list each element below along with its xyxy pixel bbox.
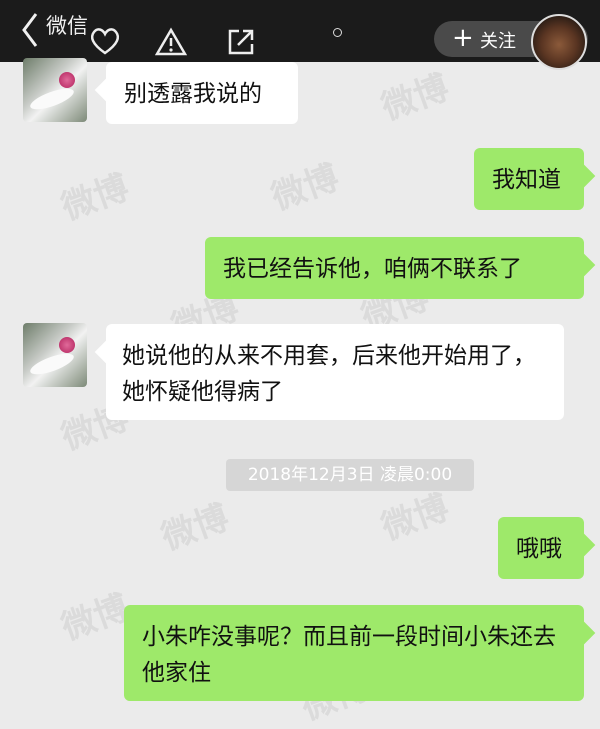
watermark: 微博	[376, 67, 454, 129]
timestamp-label: 2018年12月3日 凌晨0:00	[226, 459, 474, 491]
message-text: 我已经告诉他，咱俩不联系了	[223, 256, 522, 282]
message-text: 我知道	[492, 167, 561, 193]
message-bubble-right[interactable]: 我知道	[474, 148, 584, 210]
heart-icon[interactable]	[88, 26, 122, 56]
watermark: 微博	[56, 587, 134, 649]
message-bubble-right[interactable]: 小朱咋没事呢？而且前一段时间小朱还去他家住	[124, 605, 584, 701]
back-label: 微信	[46, 14, 88, 38]
share-icon[interactable]	[226, 27, 256, 57]
message-bubble-left[interactable]: 别透露我说的	[106, 62, 298, 124]
message-text: 她说他的从来不用套，后来他开始用了，她怀疑他得病了	[122, 343, 536, 405]
message-bubble-right[interactable]: 我已经告诉他，咱俩不联系了	[205, 237, 584, 299]
warning-icon[interactable]	[155, 27, 187, 57]
message-bubble-left[interactable]: 她说他的从来不用套，后来他开始用了，她怀疑他得病了	[106, 324, 564, 420]
top-bar: 微信 + 关注	[0, 0, 600, 70]
message-text: 别透露我说的	[124, 81, 262, 107]
follow-label: 关注	[480, 31, 516, 52]
plus-icon: +	[452, 23, 474, 53]
message-bubble-right[interactable]: 哦哦	[498, 517, 584, 579]
profile-avatar[interactable]	[531, 14, 587, 70]
contact-avatar[interactable]	[23, 323, 87, 387]
contact-avatar[interactable]	[23, 58, 87, 122]
back-chevron-icon	[22, 13, 38, 47]
more-dot-icon[interactable]	[333, 28, 342, 37]
message-text: 哦哦	[516, 536, 562, 562]
watermark: 微博	[266, 157, 344, 219]
watermark: 微博	[56, 167, 134, 229]
message-text: 小朱咋没事呢？而且前一段时间小朱还去他家住	[142, 624, 556, 686]
watermark: 微博	[156, 497, 234, 559]
